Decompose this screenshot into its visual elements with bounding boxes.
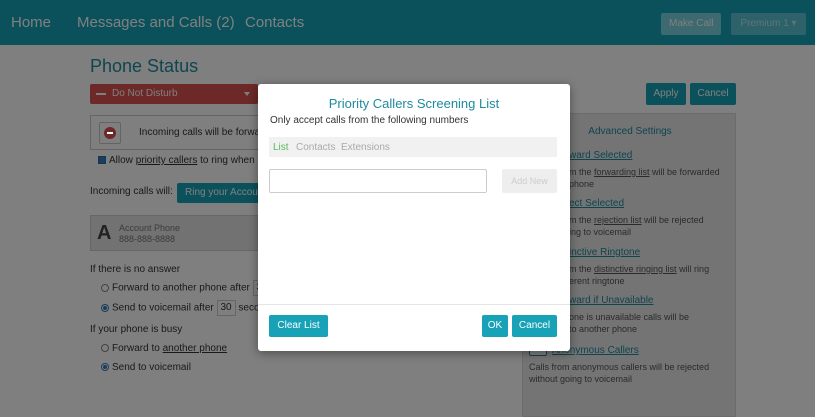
modal-cancel-button[interactable]: Cancel (512, 315, 557, 337)
ok-button[interactable]: OK (482, 315, 508, 337)
modal-subtitle: Only accept calls from the following num… (270, 115, 469, 126)
modal-footer-divider (258, 304, 570, 305)
tab-extensions[interactable]: Extensions (341, 142, 390, 153)
tab-list[interactable]: List (273, 142, 289, 153)
priority-callers-modal: Priority Callers Screening List Only acc… (258, 84, 570, 351)
add-new-button[interactable]: Add New (502, 169, 557, 193)
number-input[interactable] (269, 169, 487, 193)
clear-list-button[interactable]: Clear List (269, 315, 328, 337)
tab-contacts[interactable]: Contacts (296, 142, 335, 153)
modal-title: Priority Callers Screening List (328, 96, 500, 111)
modal-tab-bar: List Contacts Extensions (269, 137, 557, 157)
